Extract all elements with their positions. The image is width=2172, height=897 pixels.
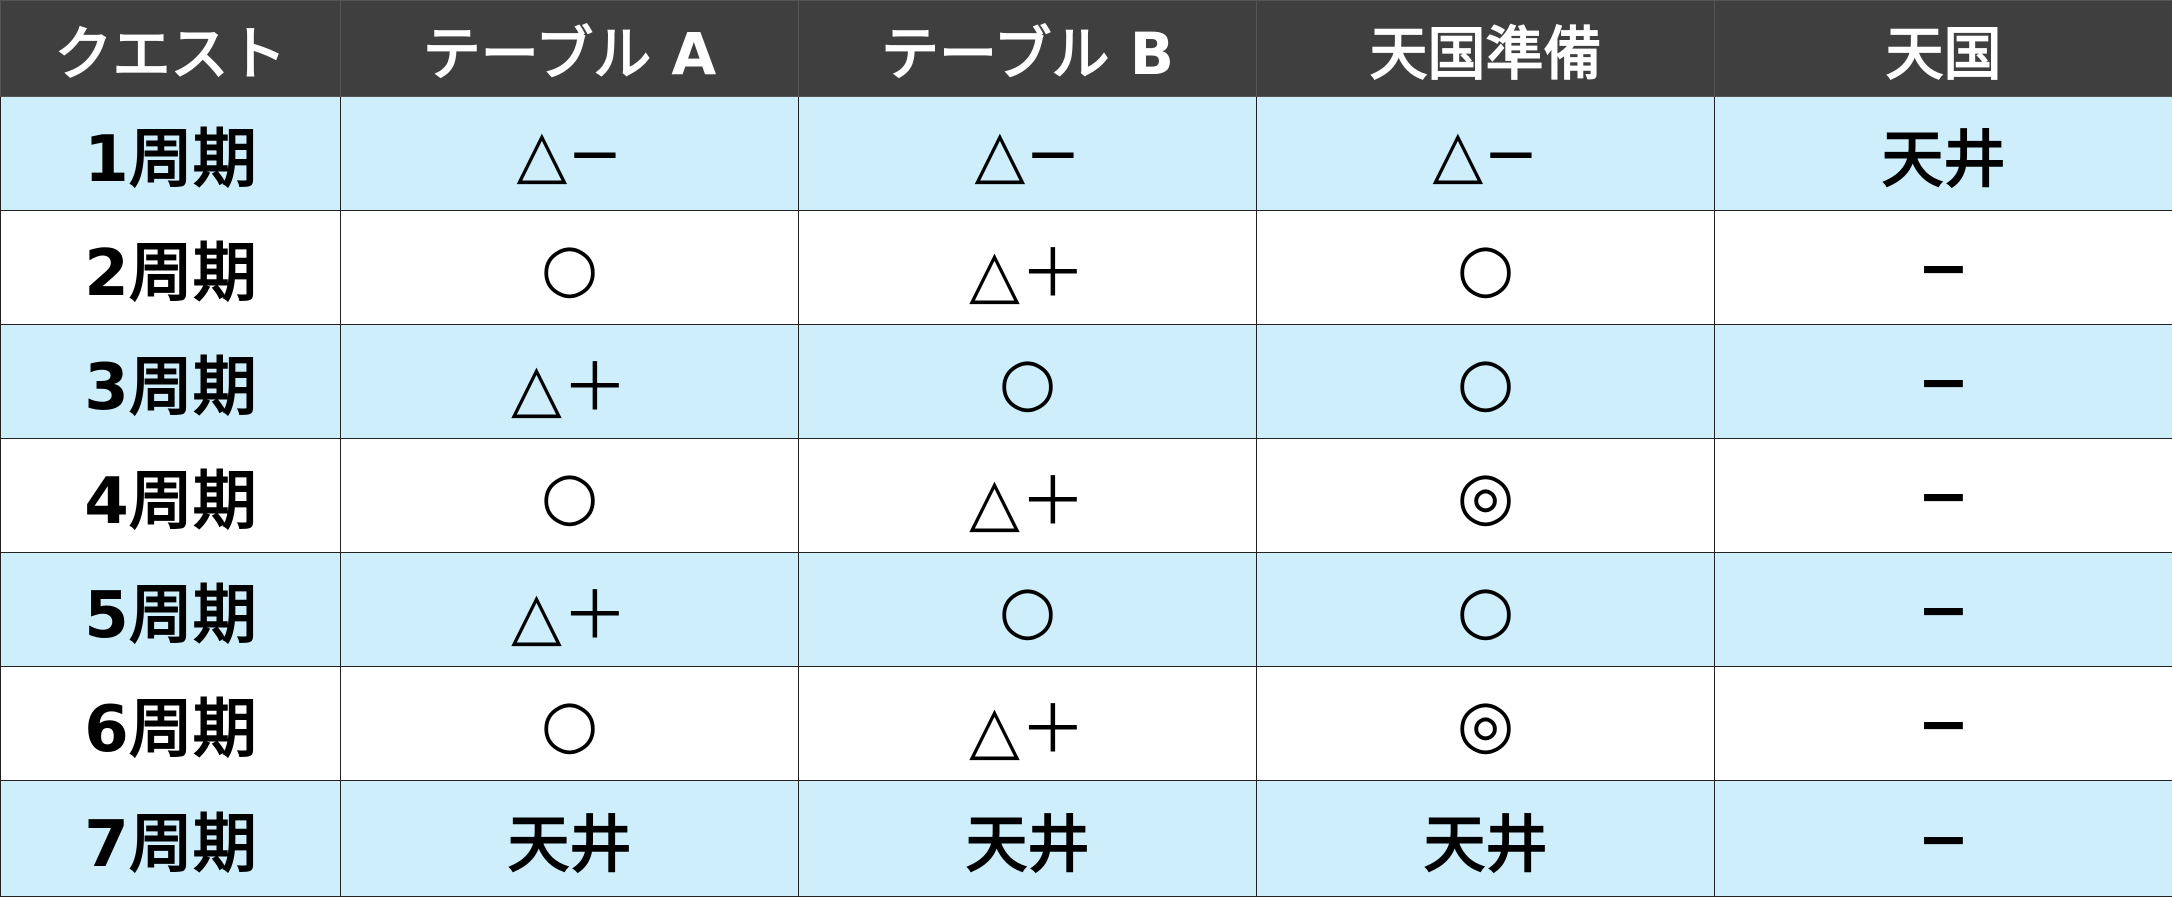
cell-table-a: ○ xyxy=(341,211,799,325)
cell-table-b: 天井 xyxy=(799,781,1257,897)
cell-table-a: △− xyxy=(341,97,799,211)
mark-value: ○ xyxy=(541,457,599,534)
mark-value: △＋ xyxy=(969,448,1086,544)
cell-table-b: ○ xyxy=(799,553,1257,667)
cell-table-a: △＋ xyxy=(341,325,799,439)
table-row: 6周期 ○ △＋ ◎ − xyxy=(1,667,2172,781)
table-row: 3周期 △＋ ○ ○ − xyxy=(1,325,2172,439)
mark-value: ○ xyxy=(541,685,599,762)
cell-heaven-prep: ◎ xyxy=(1257,667,1715,781)
cell-table-a: ○ xyxy=(341,439,799,553)
cell-heaven-prep: ◎ xyxy=(1257,439,1715,553)
table-row: 4周期 ○ △＋ ◎ − xyxy=(1,439,2172,553)
cell-heaven-prep: ○ xyxy=(1257,553,1715,667)
cell-table-b: ○ xyxy=(799,325,1257,439)
table-row: 2周期 ○ △＋ ○ − xyxy=(1,211,2172,325)
mark-value: ○ xyxy=(999,343,1057,420)
cell-table-a: 天井 xyxy=(341,781,799,897)
header-quest: クエスト xyxy=(1,1,341,97)
mark-value: ◎ xyxy=(1457,457,1515,534)
cell-period: 5周期 xyxy=(1,553,341,667)
mark-value: △＋ xyxy=(969,220,1086,316)
cell-heaven: − xyxy=(1715,553,2172,667)
mark-value: ○ xyxy=(541,229,599,306)
cell-period: 1周期 xyxy=(1,97,341,211)
mark-value: △＋ xyxy=(969,676,1086,772)
cell-heaven-prep: ○ xyxy=(1257,211,1715,325)
cell-heaven: − xyxy=(1715,781,2172,897)
cell-heaven-prep: △− xyxy=(1257,97,1715,211)
header-heaven-prep: 天国準備 xyxy=(1257,1,1715,97)
cell-period: 6周期 xyxy=(1,667,341,781)
mark-value: △− xyxy=(516,115,622,192)
table-row: 5周期 △＋ ○ ○ − xyxy=(1,553,2172,667)
mark-value: ○ xyxy=(999,571,1057,648)
cell-period: 3周期 xyxy=(1,325,341,439)
cell-heaven: − xyxy=(1715,211,2172,325)
cell-table-b: △− xyxy=(799,97,1257,211)
mark-value: △＋ xyxy=(511,562,628,658)
header-table-b: テーブル B xyxy=(799,1,1257,97)
table-row: 1周期 △− △− △− 天井 xyxy=(1,97,2172,211)
mark-value: ○ xyxy=(1457,571,1515,648)
table-row: 7周期 天井 天井 天井 − xyxy=(1,781,2172,897)
cell-table-b: △＋ xyxy=(799,667,1257,781)
header-row: クエスト テーブル A テーブル B 天国準備 天国 xyxy=(1,1,2172,97)
mark-value: △− xyxy=(974,115,1080,192)
mark-value: ○ xyxy=(1457,343,1515,420)
cell-period: 4周期 xyxy=(1,439,341,553)
cell-heaven: − xyxy=(1715,439,2172,553)
cell-heaven-prep: ○ xyxy=(1257,325,1715,439)
header-heaven: 天国 xyxy=(1715,1,2172,97)
cell-heaven: − xyxy=(1715,325,2172,439)
table-header: クエスト テーブル A テーブル B 天国準備 天国 xyxy=(1,1,2172,97)
mark-value: ○ xyxy=(1457,229,1515,306)
table-body: 1周期 △− △− △− 天井 2周期 ○ △＋ ○ − 3周期 △＋ ○ ○ … xyxy=(1,97,2172,897)
header-table-a: テーブル A xyxy=(341,1,799,97)
quest-table: クエスト テーブル A テーブル B 天国準備 天国 1周期 △− △− △− … xyxy=(0,0,2172,897)
cell-table-a: ○ xyxy=(341,667,799,781)
cell-heaven: 天井 xyxy=(1715,97,2172,211)
cell-period: 7周期 xyxy=(1,781,341,897)
cell-table-b: △＋ xyxy=(799,439,1257,553)
cell-heaven-prep: 天井 xyxy=(1257,781,1715,897)
cell-table-b: △＋ xyxy=(799,211,1257,325)
mark-value: △− xyxy=(1432,115,1538,192)
cell-table-a: △＋ xyxy=(341,553,799,667)
mark-value: ◎ xyxy=(1457,685,1515,762)
cell-heaven: − xyxy=(1715,667,2172,781)
cell-period: 2周期 xyxy=(1,211,341,325)
mark-value: △＋ xyxy=(511,334,628,430)
